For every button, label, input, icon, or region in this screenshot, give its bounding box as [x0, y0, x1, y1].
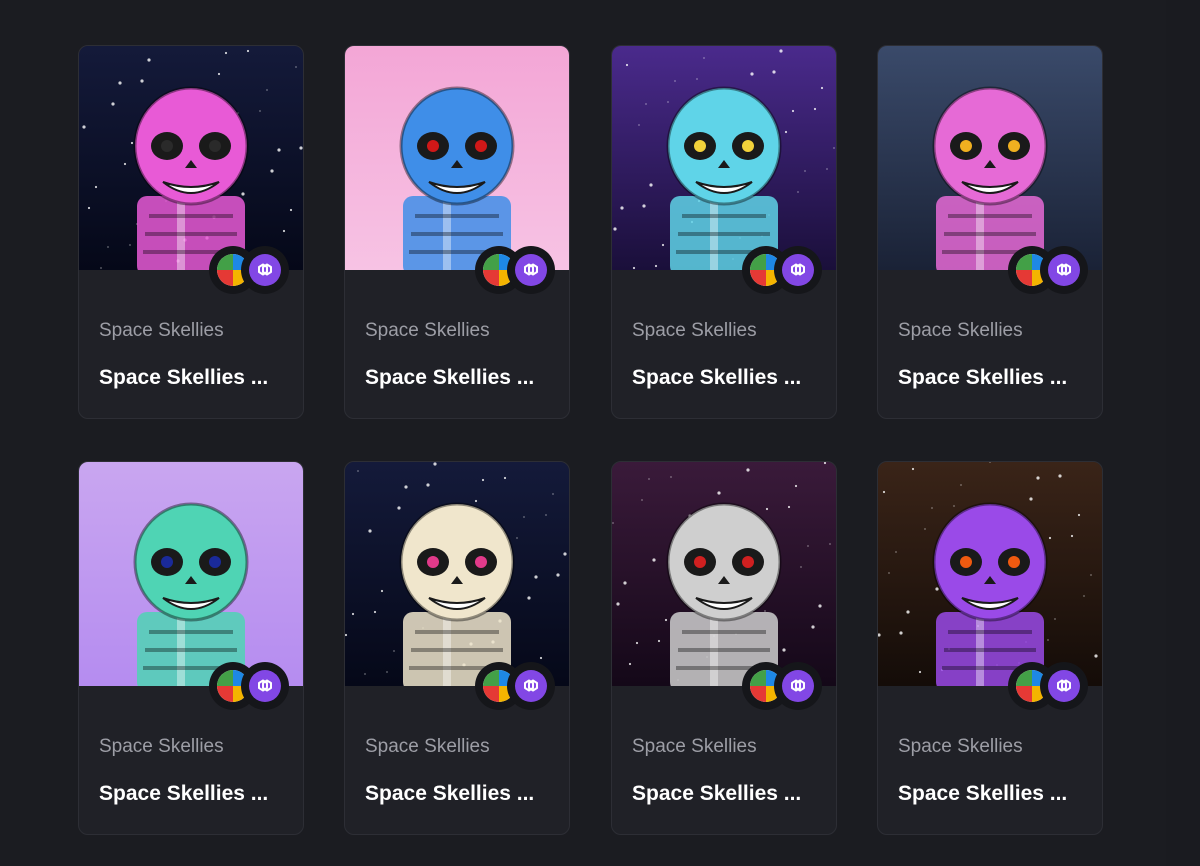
nft-name[interactable]: Space Skellies ...	[898, 366, 1067, 390]
nft-card[interactable]: Space Skellies Space Skellies ...	[344, 461, 570, 835]
page-edge	[1166, 0, 1200, 866]
nft-image[interactable]	[878, 46, 1102, 270]
polygon-icon	[1040, 662, 1088, 710]
nft-image[interactable]	[878, 462, 1102, 686]
collection-name[interactable]: Space Skellies	[99, 736, 224, 758]
collection-name[interactable]: Space Skellies	[898, 320, 1023, 342]
chain-badges	[475, 662, 559, 710]
polygon-icon	[774, 246, 822, 294]
nft-card[interactable]: Space Skellies Space Skellies ...	[78, 461, 304, 835]
nft-image[interactable]	[612, 462, 836, 686]
nft-card[interactable]: Space Skellies Space Skellies ...	[877, 461, 1103, 835]
nft-name[interactable]: Space Skellies ...	[99, 782, 268, 806]
nft-name[interactable]: Space Skellies ...	[365, 782, 534, 806]
polygon-icon	[241, 662, 289, 710]
collection-name[interactable]: Space Skellies	[632, 320, 757, 342]
nft-grid: Space Skellies Space Skellies ... Space …	[0, 0, 1200, 866]
nft-card[interactable]: Space Skellies Space Skellies ...	[877, 45, 1103, 419]
collection-name[interactable]: Space Skellies	[365, 320, 490, 342]
nft-card[interactable]: Space Skellies Space Skellies ...	[344, 45, 570, 419]
chain-badges	[209, 662, 293, 710]
polygon-icon	[507, 246, 555, 294]
polygon-icon	[774, 662, 822, 710]
collection-name[interactable]: Space Skellies	[365, 736, 490, 758]
polygon-icon	[241, 246, 289, 294]
nft-card[interactable]: Space Skellies Space Skellies ...	[611, 45, 837, 419]
polygon-icon	[507, 662, 555, 710]
chain-badges	[475, 246, 559, 294]
collection-name[interactable]: Space Skellies	[99, 320, 224, 342]
chain-badges	[1008, 662, 1092, 710]
chain-badges	[209, 246, 293, 294]
chain-badges	[1008, 246, 1092, 294]
polygon-icon	[1040, 246, 1088, 294]
collection-name[interactable]: Space Skellies	[898, 736, 1023, 758]
nft-image[interactable]	[345, 462, 569, 686]
nft-image[interactable]	[345, 46, 569, 270]
nft-image[interactable]	[612, 46, 836, 270]
nft-card[interactable]: Space Skellies Space Skellies ...	[78, 45, 304, 419]
nft-name[interactable]: Space Skellies ...	[99, 366, 268, 390]
nft-name[interactable]: Space Skellies ...	[632, 782, 801, 806]
nft-name[interactable]: Space Skellies ...	[898, 782, 1067, 806]
nft-name[interactable]: Space Skellies ...	[632, 366, 801, 390]
nft-name[interactable]: Space Skellies ...	[365, 366, 534, 390]
chain-badges	[742, 662, 826, 710]
nft-image[interactable]	[79, 46, 303, 270]
nft-image[interactable]	[79, 462, 303, 686]
chain-badges	[742, 246, 826, 294]
collection-name[interactable]: Space Skellies	[632, 736, 757, 758]
nft-card[interactable]: Space Skellies Space Skellies ...	[611, 461, 837, 835]
